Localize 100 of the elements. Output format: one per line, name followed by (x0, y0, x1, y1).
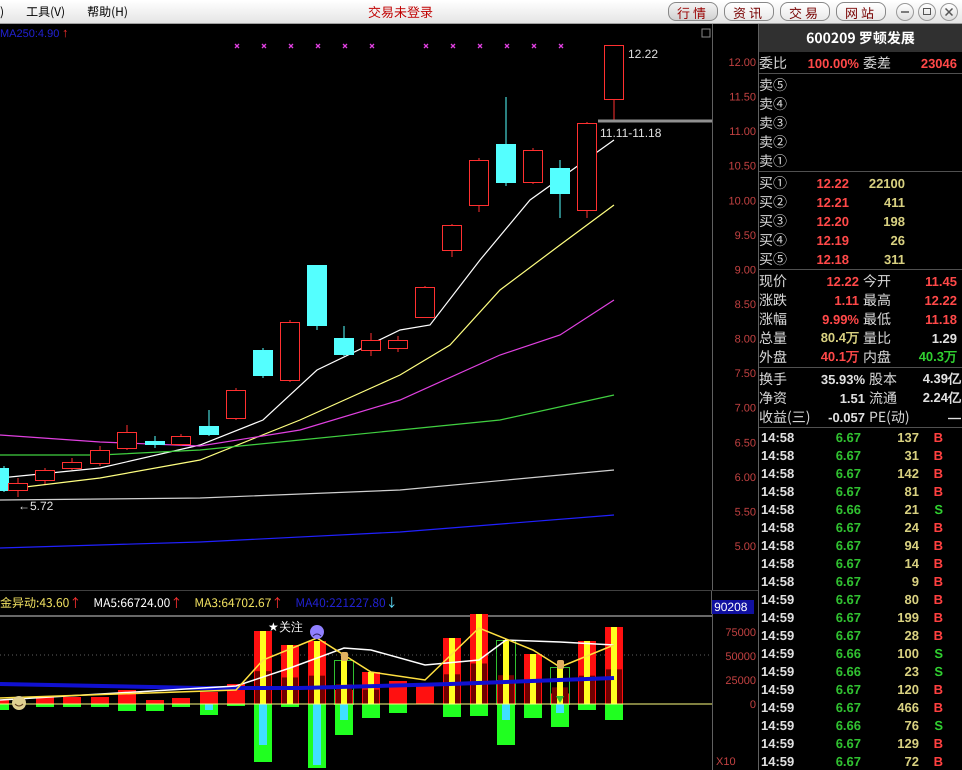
field-value: 80.4万 (820, 329, 859, 347)
axis-label: 9.50 (734, 230, 756, 242)
field-value: 23046 (920, 56, 957, 70)
volume-bar (362, 672, 380, 718)
trade-volume: 31 (904, 448, 919, 462)
field-value: 40.3万 (918, 348, 957, 366)
trade-side: S (933, 664, 943, 678)
volume-bar (91, 697, 109, 707)
trade-time: 14:58 (761, 466, 796, 480)
trade-volume: 14 (904, 556, 919, 570)
field-label: 换手 (759, 369, 788, 389)
trade-volume: 23 (904, 664, 919, 678)
price-range-label: 11.11-11.18 (600, 126, 662, 140)
close-button[interactable] (940, 2, 958, 20)
candlestick (361, 332, 381, 356)
pointing-hand-icon (341, 652, 348, 661)
field-label: 现价 (759, 271, 788, 291)
minimize-button[interactable] (896, 2, 914, 20)
field-value: 1.11 (833, 292, 859, 308)
down-arrow-icon (556, 696, 564, 703)
trade-price: 6.67 (834, 754, 861, 768)
axis-label: 75000 (725, 627, 756, 639)
nav-button[interactable]: 资讯 (724, 2, 774, 21)
axis-label: 7.00 (734, 402, 756, 415)
trade-price: 6.67 (834, 700, 861, 714)
field-label: 量比 (862, 328, 892, 348)
moving-average-legend: MA250:4.90 (0, 28, 60, 40)
field-value: 9.99% (821, 312, 859, 326)
menu-item[interactable]: 工具(V) (26, 3, 66, 20)
axis-label: 5.00 (734, 540, 756, 553)
trade-price: 6.67 (834, 430, 861, 444)
toggle-icon[interactable] (702, 28, 710, 38)
field-label: 今开 (862, 271, 892, 291)
trade-time: 14:58 (761, 430, 796, 444)
ask-label: 卖① (759, 151, 788, 171)
trend-arrow: ↑ (62, 25, 68, 40)
nav-button[interactable]: 行情 (668, 2, 718, 21)
menu-item[interactable]: ) (0, 3, 4, 20)
trade-side: B (932, 520, 943, 534)
bid-volume: 311 (883, 252, 905, 266)
trade-side: B (932, 466, 943, 480)
bid-price: 12.18 (815, 252, 849, 266)
trade-time: 14:58 (761, 574, 796, 588)
frown-face-icon (310, 625, 324, 639)
trade-price: 6.67 (834, 538, 861, 552)
trade-time: 14:58 (761, 502, 796, 516)
field-value: 4.39亿 (922, 370, 961, 388)
trade-time: 14:58 (761, 520, 796, 534)
field-label: PE(动) (868, 407, 911, 427)
trade-time: 14:58 (761, 538, 796, 552)
field-value: 11.45 (924, 274, 957, 288)
restore-button[interactable] (918, 2, 936, 20)
trade-price: 6.67 (834, 682, 861, 696)
trade-side: B (932, 538, 943, 552)
bid-volume: 411 (883, 194, 905, 210)
candlestick (199, 410, 219, 436)
field-label: 涨幅 (759, 309, 788, 329)
nav-button[interactable]: 网站 (836, 2, 886, 21)
close-icon (945, 8, 953, 16)
trade-volume: 80 (904, 592, 919, 606)
volume-bar (0, 700, 9, 710)
axis-label: 25000 (725, 675, 756, 687)
trade-price: 6.67 (834, 556, 861, 570)
trade-time: 14:58 (761, 484, 796, 498)
trade-price: 6.67 (834, 484, 861, 498)
trade-time: 14:59 (761, 610, 796, 624)
volume-bar (524, 654, 542, 718)
candlestick (145, 436, 165, 448)
trade-volume: 28 (904, 628, 919, 642)
candlestick (253, 348, 273, 378)
bid-label: 买④ (759, 230, 788, 250)
trade-price: 6.66 (834, 664, 861, 678)
axis-label: 6.00 (734, 472, 756, 484)
volume-bar (63, 697, 81, 707)
bid-label: 买② (759, 192, 788, 212)
trade-volume: 24 (904, 520, 919, 534)
candlestick (90, 446, 110, 466)
field-label: 内盘 (862, 347, 892, 367)
menu-item[interactable]: 帮助(H) (87, 3, 128, 20)
field-value: 1.29 (930, 330, 957, 346)
field-value: 12.22 (825, 274, 859, 288)
trade-volume: 199 (896, 610, 919, 624)
axis-label: 8.00 (734, 334, 756, 346)
candlestick (415, 286, 435, 318)
bid-volume: 198 (882, 214, 905, 228)
bid-label: 买⑤ (759, 249, 788, 269)
indicator-legend: MA5:66724.00↑ (93, 594, 182, 611)
field-value: 35.93% (820, 372, 865, 386)
field-label: 总量 (759, 328, 788, 348)
axis-label: 7.50 (734, 368, 756, 380)
trade-time: 14:58 (761, 556, 796, 570)
nav-button[interactable]: 交易 (780, 2, 830, 21)
smiley-icon (12, 696, 26, 710)
axis-label: 11.50 (729, 92, 756, 104)
field-label: 净资 (759, 388, 788, 408)
trade-side: B (932, 700, 943, 714)
field-label: 收益(三) (759, 407, 812, 427)
field-label: 流通 (868, 388, 898, 408)
axis-label: 5.50 (734, 506, 756, 518)
trade-side: B (932, 610, 943, 624)
